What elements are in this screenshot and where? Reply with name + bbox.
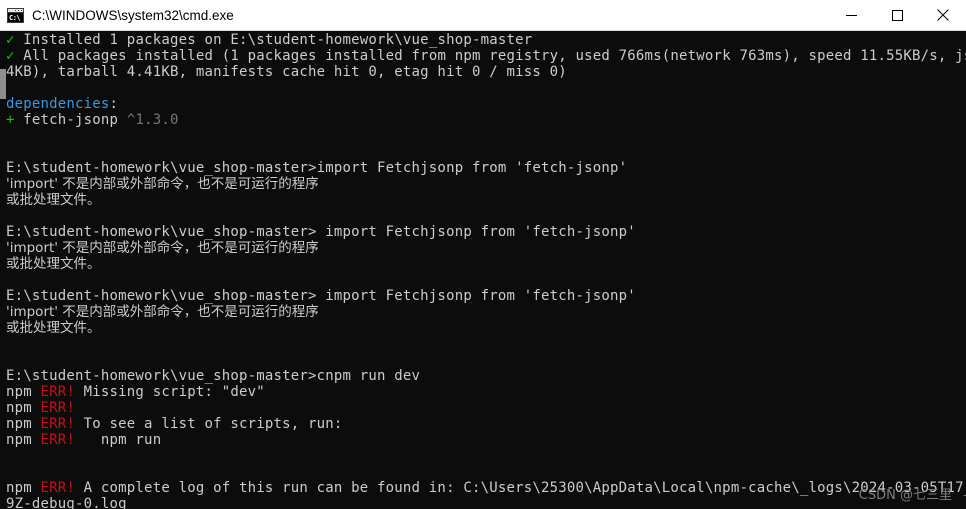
window-titlebar[interactable]: C:\ C:\WINDOWS\system32\cmd.exe <box>0 0 966 31</box>
line-error-import-2b: 或批处理文件。 <box>6 256 101 272</box>
watermark: CSDN @七三里 <box>858 488 952 503</box>
line-dependencies-header: dependencies: <box>6 96 119 112</box>
maximize-icon <box>891 9 903 21</box>
line-installed-2: ✓ All packages installed (1 packages ins… <box>6 48 966 64</box>
blank-4 <box>6 208 966 224</box>
line-prompt-import-3: E:\student-homework\vue_shop-master> imp… <box>6 288 636 304</box>
blank-1 <box>6 80 966 96</box>
blank-7 <box>6 352 966 368</box>
blank-8 <box>6 448 966 464</box>
window-title: C:\WINDOWS\system32\cmd.exe <box>32 7 234 23</box>
line-npm-err-to-see: npm ERR! To see a list of scripts, run: <box>6 416 343 432</box>
line-error-import-1a: 'import' 不是内部或外部命令，也不是可运行的程序 <box>6 176 319 192</box>
line-dependency-fetch-jsonp: + fetch-jsonp ^1.3.0 <box>6 112 179 128</box>
line-error-import-2a: 'import' 不是内部或外部命令，也不是可运行的程序 <box>6 240 319 256</box>
line-npm-err-blank: npm ERR! <box>6 400 76 416</box>
blank-2 <box>6 128 966 144</box>
line-error-import-1b: 或批处理文件。 <box>6 192 101 208</box>
cmd-icon-screen-text: C:\ <box>8 12 23 22</box>
line-prompt-cnpm-run-dev: E:\student-homework\vue_shop-master>cnpm… <box>6 368 421 384</box>
line-installed-2-wrap: 4KB), tarball 4.41KB, manifests cache hi… <box>6 64 567 80</box>
line-npm-err-missing-script: npm ERR! Missing script: "dev" <box>6 384 265 400</box>
line-error-import-3b: 或批处理文件。 <box>6 320 101 336</box>
console-area: ✓ Installed 1 packages on E:\student-hom… <box>0 31 966 509</box>
line-installed-1: ✓ Installed 1 packages on E:\student-hom… <box>6 32 533 48</box>
blank-5 <box>6 272 966 288</box>
line-prompt-import-1: E:\student-homework\vue_shop-master>impo… <box>6 160 628 176</box>
cmd-window: C:\ C:\WINDOWS\system32\cmd.exe ✓ Instal… <box>0 0 966 509</box>
maximize-button[interactable] <box>874 0 920 30</box>
blank-6 <box>6 336 966 352</box>
close-icon <box>937 9 949 21</box>
minimize-button[interactable] <box>828 0 874 30</box>
console-output[interactable]: ✓ Installed 1 packages on E:\student-hom… <box>6 31 966 509</box>
line-npm-err-log-path-wrap: 9Z-debug-0.log <box>6 496 127 509</box>
line-npm-err-log-path: npm ERR! A complete log of this run can … <box>6 480 966 496</box>
line-npm-err-npm-run: npm ERR! npm run <box>6 432 162 448</box>
line-prompt-import-2: E:\student-homework\vue_shop-master> imp… <box>6 224 636 240</box>
blank-3 <box>6 144 966 160</box>
blank-9 <box>6 464 966 480</box>
cmd-icon: C:\ <box>7 7 24 23</box>
window-controls <box>828 0 966 30</box>
close-button[interactable] <box>920 0 966 30</box>
minimize-icon <box>845 14 857 16</box>
line-error-import-3a: 'import' 不是内部或外部命令，也不是可运行的程序 <box>6 304 319 320</box>
